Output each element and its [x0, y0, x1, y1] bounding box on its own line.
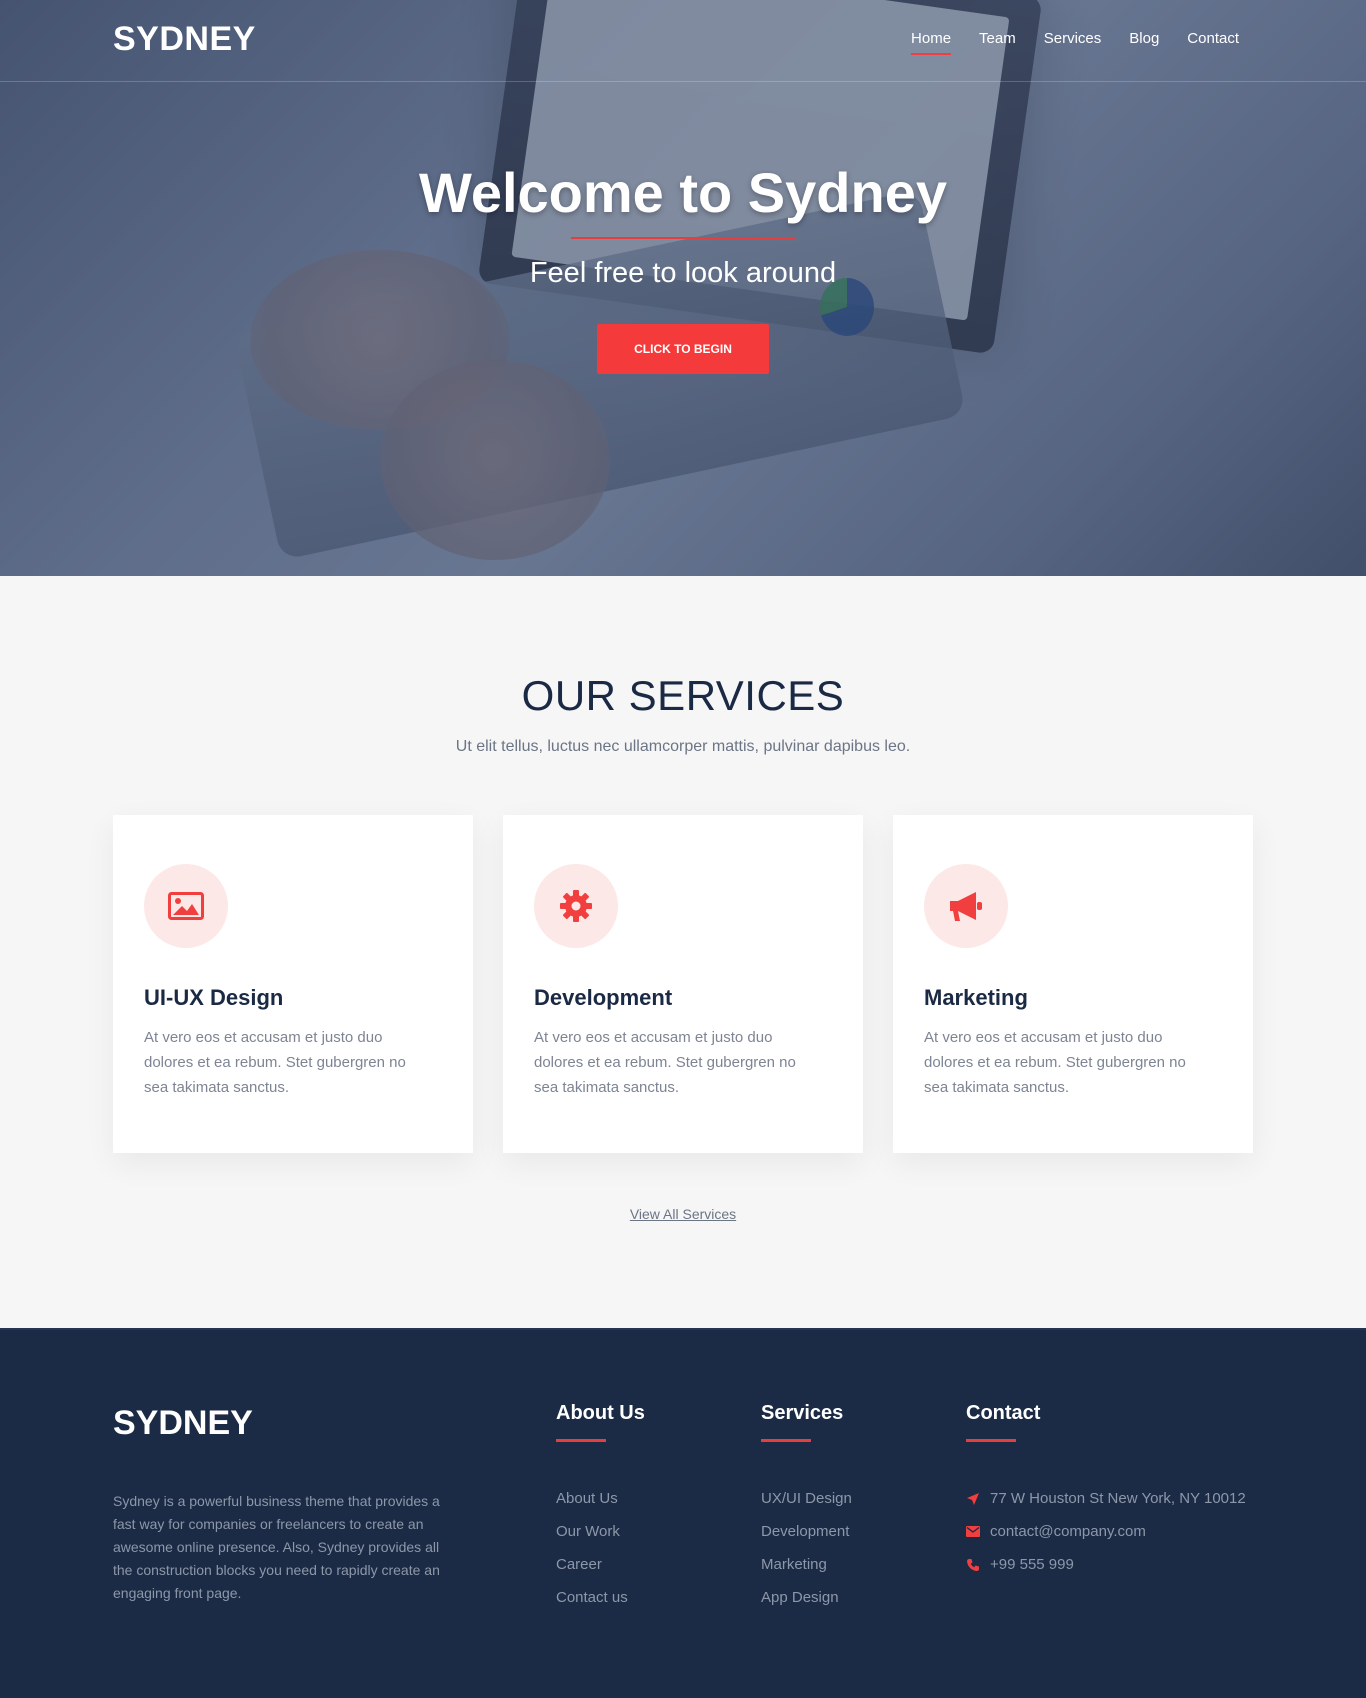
footer-address-text: 77 W Houston St New York, NY 10012	[990, 1490, 1246, 1507]
service-description: At vero eos et accusam et justo duo dolo…	[924, 1029, 1186, 1096]
footer-logo[interactable]: SYDNEY	[113, 1404, 253, 1443]
main-nav: Home Team Services Blog Contact	[911, 30, 1239, 55]
footer-column-title: About Us	[556, 1402, 645, 1424]
service-description: At vero eos et accusam et justo duo dolo…	[144, 1029, 406, 1096]
nav-contact[interactable]: Contact	[1187, 30, 1239, 55]
footer-about-text: Sydney is a powerful business theme that…	[113, 1493, 440, 1601]
service-card-development: Development At vero eos et accusam et ju…	[503, 815, 863, 1153]
hero-divider	[570, 237, 796, 239]
footer-link[interactable]: App Design	[761, 1581, 852, 1614]
footer-divider	[556, 1439, 606, 1442]
service-title: Marketing	[924, 985, 1028, 1010]
nav-team[interactable]: Team	[979, 30, 1016, 55]
footer-link[interactable]: Our Work	[556, 1515, 645, 1548]
megaphone-icon	[924, 864, 1008, 948]
hero-content: Welcome to Sydney Feel free to look arou…	[0, 160, 1366, 374]
services-section: OUR SERVICES Ut elit tellus, luctus nec …	[0, 576, 1366, 1328]
service-title: Development	[534, 985, 673, 1010]
service-card-uiux: UI-UX Design At vero eos et accusam et j…	[113, 815, 473, 1153]
nav-services[interactable]: Services	[1044, 30, 1102, 55]
services-title: OUR SERVICES	[521, 672, 845, 719]
footer-email[interactable]: contact@company.com	[966, 1515, 1246, 1548]
location-arrow-icon	[966, 1492, 990, 1506]
site-logo[interactable]: SYDNEY	[113, 20, 256, 59]
services-subtitle: Ut elit tellus, luctus nec ullamcorper m…	[455, 738, 911, 755]
envelope-icon	[966, 1526, 990, 1537]
footer-phone-text[interactable]: +99 555 999	[990, 1556, 1074, 1573]
footer-link[interactable]: About Us	[556, 1482, 645, 1515]
click-to-begin-button[interactable]: CLICK TO BEGIN	[597, 324, 769, 374]
hero-section: SYDNEY Home Team Services Blog Contact W…	[0, 0, 1366, 576]
footer-services-column: Services UX/UI Design Development Market…	[761, 1402, 852, 1614]
image-icon	[144, 864, 228, 948]
footer-column-title: Contact	[966, 1402, 1041, 1424]
footer-divider	[966, 1439, 1016, 1442]
footer-link[interactable]: UX/UI Design	[761, 1482, 852, 1515]
service-title: UI-UX Design	[144, 985, 284, 1010]
nav-blog[interactable]: Blog	[1129, 30, 1159, 55]
nav-home[interactable]: Home	[911, 30, 952, 55]
phone-icon	[966, 1558, 990, 1572]
top-navbar: SYDNEY Home Team Services Blog Contact	[0, 0, 1366, 82]
footer: SYDNEY Sydney is a powerful business the…	[0, 1328, 1366, 1698]
gear-icon	[534, 864, 618, 948]
footer-contact-column: Contact 77 W Houston St New York, NY 100…	[966, 1402, 1246, 1581]
footer-phone[interactable]: +99 555 999	[966, 1548, 1246, 1581]
service-description: At vero eos et accusam et justo duo dolo…	[534, 1029, 796, 1096]
view-all-services-link[interactable]: View All Services	[0, 1206, 1366, 1222]
footer-link[interactable]: Development	[761, 1515, 852, 1548]
footer-link[interactable]: Career	[556, 1548, 645, 1581]
hero-title: Welcome to Sydney	[418, 161, 947, 224]
footer-divider	[761, 1439, 811, 1442]
footer-about-column: About Us About Us Our Work Career Contac…	[556, 1402, 645, 1614]
footer-column-title: Services	[761, 1402, 844, 1424]
footer-email-text[interactable]: contact@company.com	[990, 1523, 1146, 1540]
hero-subtitle: Feel free to look around	[529, 257, 837, 289]
footer-address: 77 W Houston St New York, NY 10012	[966, 1482, 1246, 1515]
service-card-marketing: Marketing At vero eos et accusam et just…	[893, 815, 1253, 1153]
footer-link[interactable]: Marketing	[761, 1548, 852, 1581]
footer-link[interactable]: Contact us	[556, 1581, 645, 1614]
